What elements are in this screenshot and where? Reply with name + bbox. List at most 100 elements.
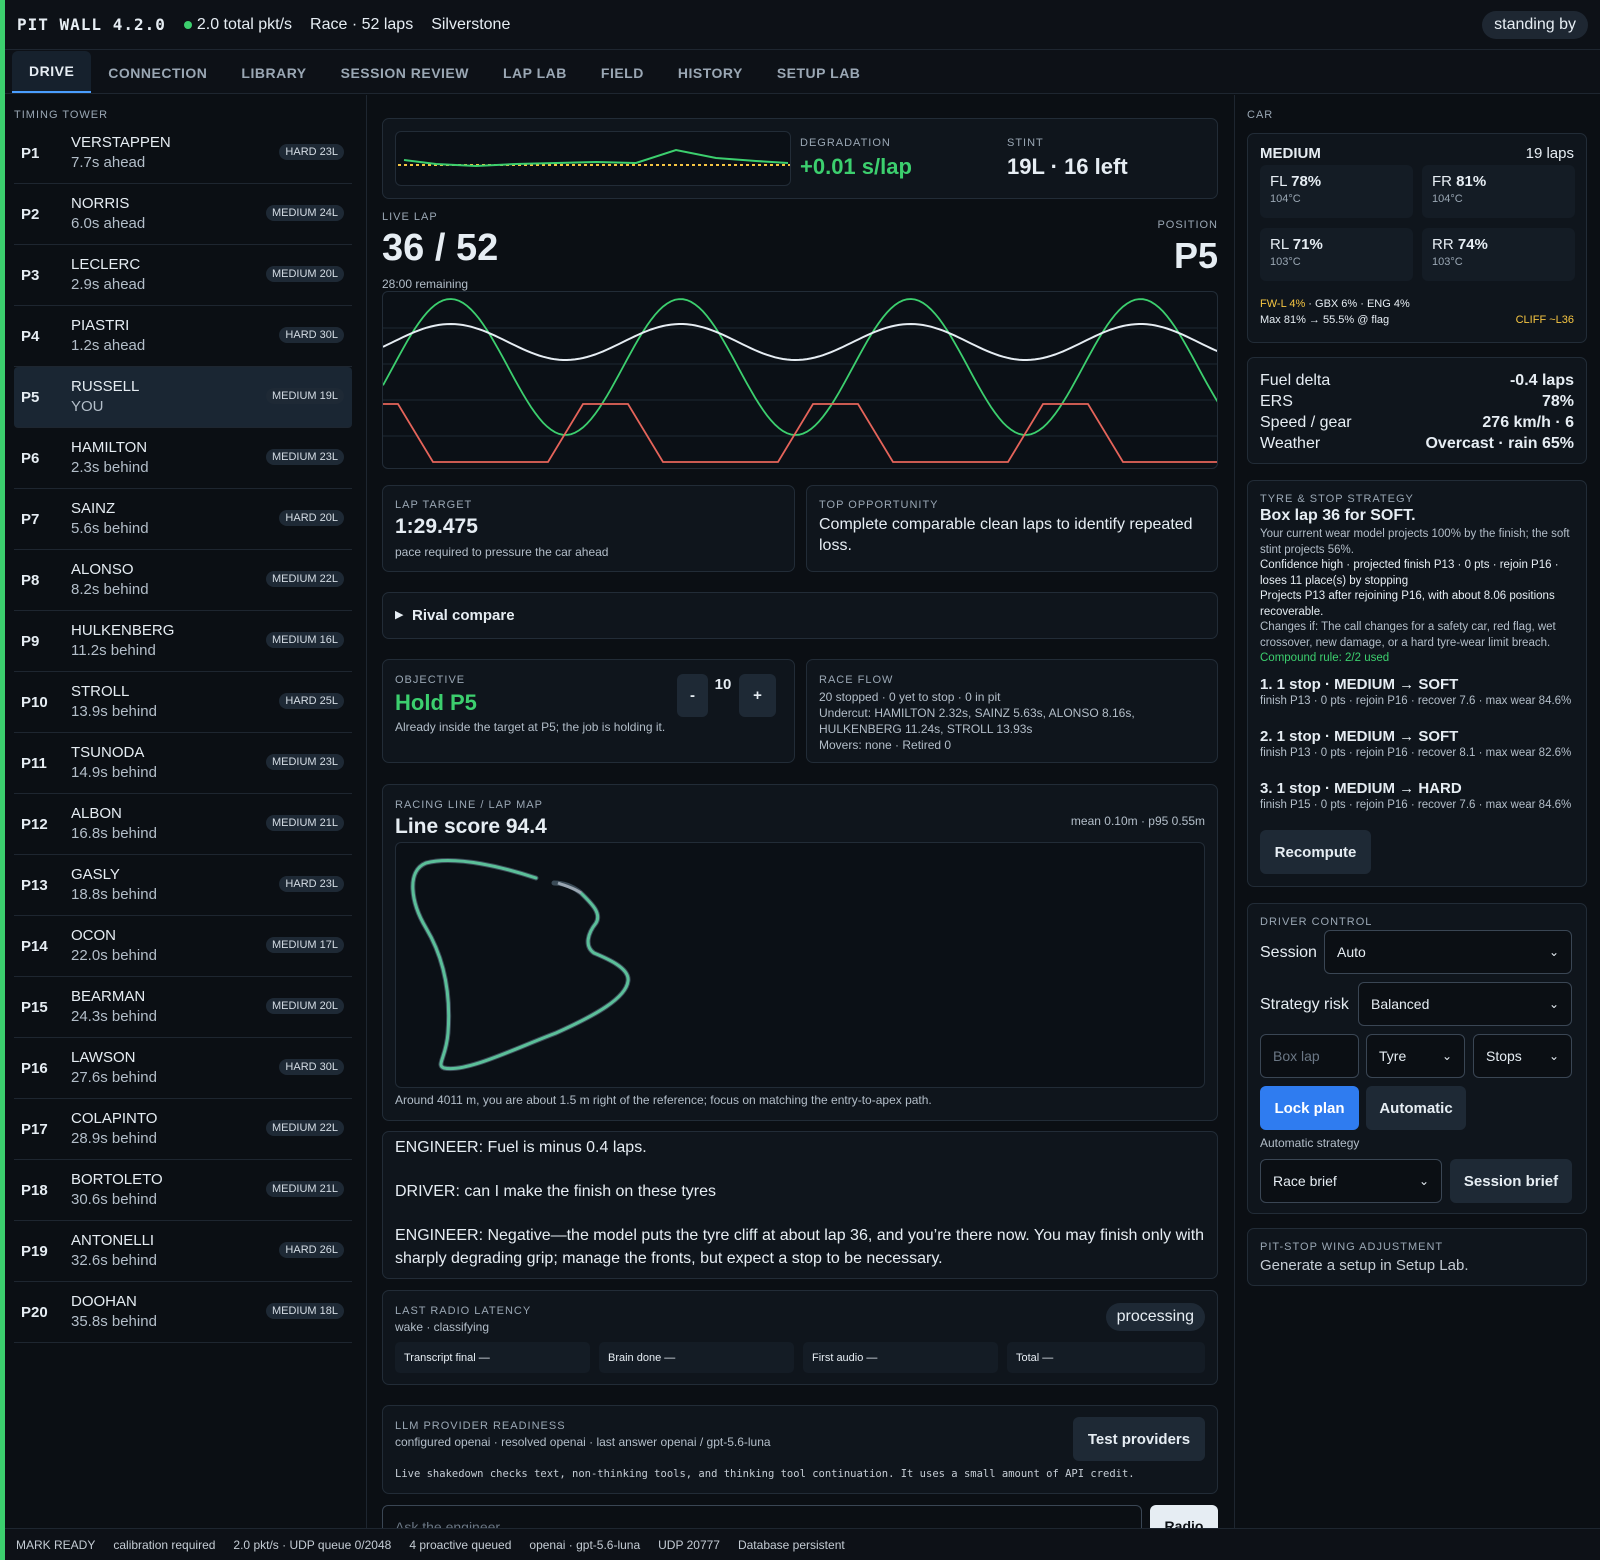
tyre-compound: MEDIUM [1260, 145, 1321, 162]
position-label: POSITION [1157, 219, 1218, 231]
objective-value: Hold P5 [395, 690, 477, 715]
ask-engineer-input[interactable]: Ask the engineer [382, 1505, 1142, 1528]
strategy-option: 2. 1 stop · MEDIUM → SOFT finish P13 · 0… [1260, 728, 1572, 759]
objective-target-value: 10 [714, 676, 732, 693]
driver-name: ANTONELLI [71, 1232, 155, 1249]
tyre-select[interactable]: Tyre ⌄ [1366, 1034, 1465, 1078]
tyre-badge: MEDIUM 21L [265, 1181, 344, 1197]
tab-lap-lab[interactable]: LAP LAB [486, 53, 584, 93]
tower-position: P18 [21, 1181, 48, 1199]
driver-name: SAINZ [71, 500, 116, 517]
latency-audio: First audio — [803, 1342, 998, 1373]
tower-row[interactable]: P7 SAINZ 5.6s behind HARD 20L [14, 489, 352, 550]
tower-position: P17 [21, 1120, 48, 1138]
tower-row[interactable]: P10 STROLL 13.9s behind HARD 25L [14, 672, 352, 733]
driver-name: TSUNODA [71, 744, 145, 761]
tower-row[interactable]: P15 BEARMAN 24.3s behind MEDIUM 20L [14, 977, 352, 1038]
tower-row[interactable]: P11 TSUNODA 14.9s behind MEDIUM 23L [14, 733, 352, 794]
racing-line-note: Around 4011 m, you are about 1.5 m right… [395, 1093, 932, 1107]
strategy-label: TYRE & STOP STRATEGY [1260, 493, 1414, 505]
tower-row[interactable]: P20 DOOHAN 35.8s behind MEDIUM 18L [14, 1282, 352, 1343]
tower-position: P9 [21, 632, 40, 650]
tab-history[interactable]: HISTORY [661, 53, 760, 93]
tyre-badge: MEDIUM 16L [265, 632, 344, 648]
tab-connection[interactable]: CONNECTION [91, 53, 224, 93]
status-badge: standing by [1482, 10, 1588, 39]
tab-field[interactable]: FIELD [584, 53, 661, 93]
race-flow-label: RACE FLOW [819, 674, 894, 686]
automatic-button[interactable]: Automatic [1366, 1086, 1466, 1130]
rival-compare-toggle[interactable]: ▶ Rival compare [382, 592, 1218, 639]
position-value: P5 [1173, 235, 1218, 276]
race-flow-movers: Movers: none · Retired 0 [819, 738, 952, 752]
tower-position: P1 [21, 144, 40, 162]
tower-row[interactable]: P13 GASLY 18.8s behind HARD 23L [14, 855, 352, 916]
tower-row[interactable]: P5 RUSSELL YOU MEDIUM 19L [14, 367, 352, 428]
tyre-age: 19 laps [1525, 145, 1574, 162]
tower-row[interactable]: P17 COLAPINTO 28.9s behind MEDIUM 22L [14, 1099, 352, 1160]
objective-increment-button[interactable]: + [739, 674, 776, 717]
chevron-down-icon: ⌄ [1418, 1174, 1429, 1188]
tower-row[interactable]: P8 ALONSO 8.2s behind MEDIUM 22L [14, 550, 352, 611]
lap-target-card: LAP TARGET 1:29.475 pace required to pre… [382, 485, 795, 572]
driver-name: BEARMAN [71, 988, 146, 1005]
strategy-risk-select[interactable]: Balanced ⌄ [1358, 982, 1572, 1026]
wing-text: Generate a setup in Setup Lab. [1260, 1257, 1469, 1274]
driver-name: NORRIS [71, 195, 130, 212]
tower-position: P4 [21, 327, 40, 345]
driver-control-card: DRIVER CONTROL Session Auto ⌄ Strategy ri… [1247, 903, 1587, 1214]
tab-session-review[interactable]: SESSION REVIEW [324, 53, 486, 93]
objective-decrement-button[interactable]: - [677, 674, 708, 717]
tower-row[interactable]: P1 VERSTAPPEN 7.7s ahead HARD 23L [14, 123, 352, 184]
session-brief-button[interactable]: Session brief [1450, 1159, 1572, 1203]
tyre-badge: HARD 30L [279, 1059, 344, 1075]
objective-label: OBJECTIVE [395, 674, 466, 686]
tyre-rr-wear: 74% [1457, 236, 1488, 253]
driver-name: HAMILTON [71, 439, 148, 456]
tower-row[interactable]: P6 HAMILTON 2.3s behind MEDIUM 23L [14, 428, 352, 489]
driver-gap: 16.8s behind [71, 825, 157, 842]
tower-row[interactable]: P14 OCON 22.0s behind MEDIUM 17L [14, 916, 352, 977]
race-flow-undercut: Undercut: HAMILTON 2.32s, SAINZ 5.63s, A… [819, 706, 1135, 736]
lock-plan-button[interactable]: Lock plan [1260, 1086, 1359, 1130]
tower-row[interactable]: P4 PIASTRI 1.2s ahead HARD 30L [14, 306, 352, 367]
tab-setup-lab[interactable]: SETUP LAB [760, 53, 878, 93]
tower-row[interactable]: P16 LAWSON 27.6s behind HARD 30L [14, 1038, 352, 1099]
tyre-fr: FR 81% 104°C [1422, 165, 1575, 218]
compound-rule: Compound rule: 2/2 used [1260, 652, 1390, 664]
tower-row[interactable]: P12 ALBON 16.8s behind MEDIUM 21L [14, 794, 352, 855]
driver-gap: 11.2s behind [71, 642, 156, 659]
tower-row[interactable]: P9 HULKENBERG 11.2s behind MEDIUM 16L [14, 611, 352, 672]
tyre-status-card: MEDIUM 19 laps FL 78% 104°C FR 81% 104°C… [1247, 133, 1587, 343]
radio-button[interactable]: Radio [1150, 1505, 1218, 1528]
degradation-value: +0.01 s/lap [800, 154, 912, 179]
recompute-button[interactable]: Recompute [1260, 830, 1371, 874]
driver-gap: 7.7s ahead [71, 154, 146, 171]
tower-row[interactable]: P19 ANTONELLI 32.6s behind HARD 26L [14, 1221, 352, 1282]
tower-row[interactable]: P3 LECLERC 2.9s ahead MEDIUM 20L [14, 245, 352, 306]
front-wing-damage: FW-L 4% [1260, 298, 1306, 310]
stops-select[interactable]: Stops ⌄ [1473, 1034, 1572, 1078]
app-title: PIT WALL 4.2.0 [17, 15, 166, 34]
car-label: CAR [1247, 109, 1274, 121]
driver-name: ALONSO [71, 561, 134, 578]
tower-row[interactable]: P18 BORTOLETO 30.6s behind MEDIUM 21L [14, 1160, 352, 1221]
test-providers-button[interactable]: Test providers [1073, 1417, 1205, 1461]
tower-position: P11 [21, 754, 47, 772]
box-lap-input[interactable]: Box lap [1260, 1034, 1359, 1078]
tab-library[interactable]: LIBRARY [224, 53, 323, 93]
tower-row[interactable]: P2 NORRIS 6.0s ahead MEDIUM 24L [14, 184, 352, 245]
driver-gap: 2.9s ahead [71, 276, 146, 293]
latency-brain: Brain done — [599, 1342, 794, 1373]
strategy-wear-note: Your current wear model projects 100% by… [1260, 528, 1570, 556]
driver-gap: 18.8s behind [71, 886, 157, 903]
driver-gap: 22.0s behind [71, 947, 157, 964]
session-select[interactable]: Auto ⌄ [1324, 930, 1572, 974]
radio-latency-card: LAST RADIO LATENCY wake · classifying pr… [382, 1290, 1218, 1385]
timing-tower-label: TIMING TOWER [14, 109, 109, 121]
tab-drive[interactable]: DRIVE [12, 51, 92, 93]
mark-ready: MARK READY [16, 1537, 96, 1552]
driver-name: OCON [71, 927, 116, 944]
driver-name: RUSSELL [71, 378, 140, 395]
brief-select[interactable]: Race brief ⌄ [1260, 1159, 1442, 1203]
